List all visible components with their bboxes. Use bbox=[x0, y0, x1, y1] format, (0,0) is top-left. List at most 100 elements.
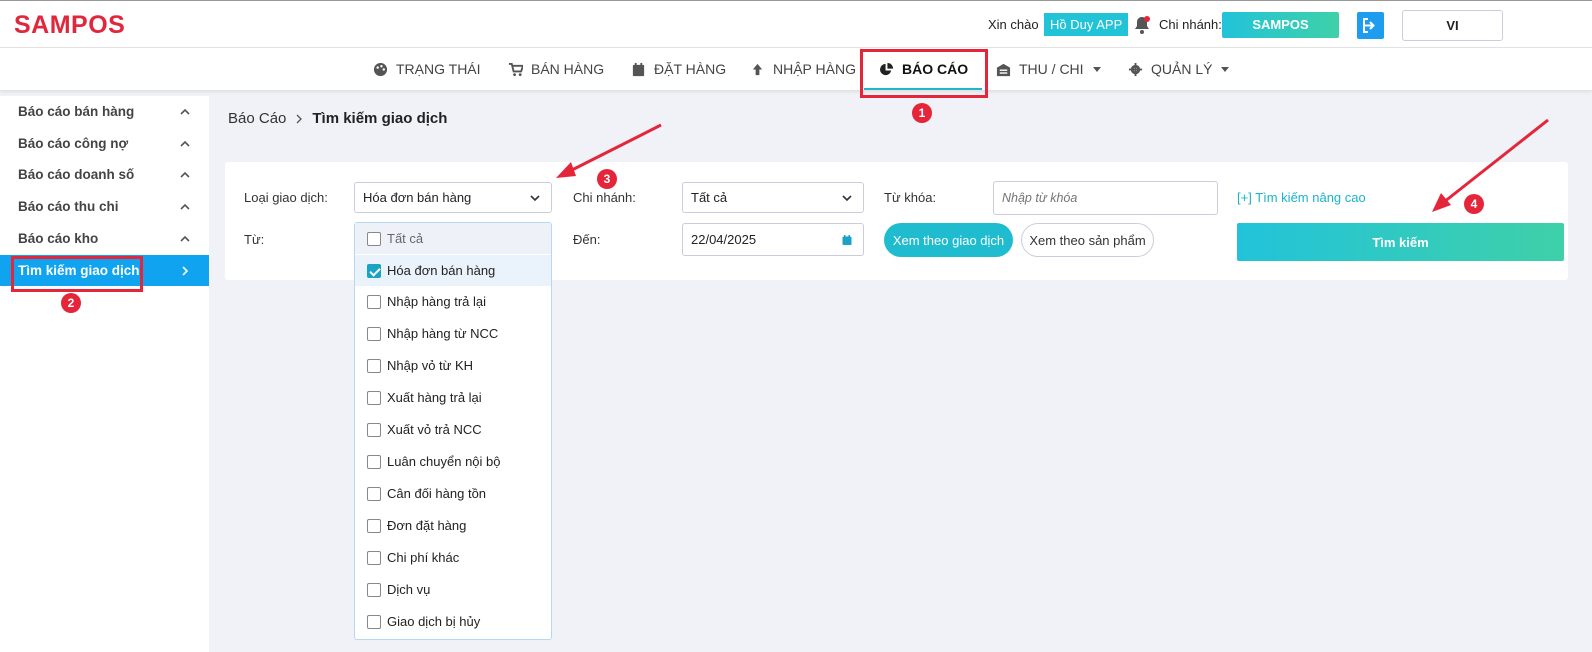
sidebar: Báo cáo bán hàng Báo cáo công nợ Báo cáo… bbox=[0, 96, 209, 652]
annotation-badge: 2 bbox=[61, 293, 81, 313]
checkbox[interactable] bbox=[367, 231, 381, 246]
nav-item-sales[interactable]: BÁN HÀNG bbox=[508, 48, 604, 90]
annotation-badge: 3 bbox=[597, 169, 617, 189]
nav-item-management[interactable]: QUẢN LÝ bbox=[1128, 48, 1230, 90]
sidebar-item-cashflow-report[interactable]: Báo cáo thu chi bbox=[0, 191, 209, 222]
to-date-field[interactable]: 22/04/2025 bbox=[682, 223, 864, 256]
checkbox[interactable] bbox=[367, 518, 381, 533]
sidebar-item-label: Báo cáo doanh số bbox=[18, 167, 135, 182]
nav-label: THU / CHI bbox=[1019, 61, 1084, 77]
breadcrumb-parent[interactable]: Báo Cáo bbox=[228, 110, 286, 127]
user-name-badge[interactable]: Hồ Duy APP bbox=[1044, 13, 1129, 36]
checkbox[interactable] bbox=[367, 326, 381, 341]
keyword-input[interactable] bbox=[993, 181, 1218, 215]
dropdown-option[interactable]: Cân đối hàng tồn bbox=[355, 478, 551, 509]
branch-field-label: Chi nhánh: bbox=[573, 190, 636, 205]
dropdown-option[interactable]: Nhập vỏ từ KH bbox=[355, 350, 551, 381]
sidebar-item-debt-report[interactable]: Báo cáo công nợ bbox=[0, 128, 209, 159]
annotation-box-reports bbox=[860, 49, 988, 98]
chevron-up-icon bbox=[180, 203, 190, 210]
nav-item-orders[interactable]: ĐẶT HÀNG bbox=[631, 48, 726, 90]
checkbox[interactable] bbox=[367, 486, 381, 501]
annotation-arrows bbox=[556, 118, 1549, 212]
annotation-badge: 4 bbox=[1464, 194, 1484, 214]
search-button[interactable]: Tìm kiếm bbox=[1237, 223, 1564, 261]
keyword-label: Từ khóa: bbox=[884, 190, 937, 205]
annotation-box-sidebar bbox=[11, 256, 143, 292]
checkbox[interactable] bbox=[367, 582, 381, 597]
cart-icon bbox=[508, 62, 523, 76]
breadcrumb-current: Tìm kiếm giao dịch bbox=[312, 110, 448, 127]
chevron-up-icon bbox=[180, 171, 190, 178]
checkbox[interactable] bbox=[367, 294, 381, 309]
nav-label: TRẠNG THÁI bbox=[396, 61, 481, 77]
dropdown-option[interactable]: Dịch vụ bbox=[355, 574, 551, 605]
dropdown-option[interactable]: Xuất vỏ trả NCC bbox=[355, 414, 551, 445]
greeting-text: Xin chào bbox=[988, 17, 1039, 32]
option-label: Đơn đặt hàng bbox=[387, 518, 467, 533]
branch-select-value: Tất cả bbox=[691, 190, 728, 205]
view-by-transaction-button[interactable]: Xem theo giao dịch bbox=[884, 223, 1013, 257]
checkbox[interactable] bbox=[367, 454, 381, 469]
language-button[interactable]: VI bbox=[1402, 10, 1503, 41]
advanced-search-link[interactable]: [+] Tìm kiếm nâng cao bbox=[1237, 190, 1366, 205]
dropdown-option[interactable]: Nhập hàng từ NCC bbox=[355, 318, 551, 349]
sidebar-item-label: Báo cáo công nợ bbox=[18, 136, 129, 151]
option-label: Tất cả bbox=[387, 231, 424, 246]
branch-select[interactable]: Tất cả bbox=[682, 182, 864, 213]
option-label: Hóa đơn bán hàng bbox=[387, 263, 496, 278]
caret-down-icon bbox=[1221, 67, 1230, 72]
bell-icon[interactable] bbox=[1133, 15, 1151, 35]
sidebar-item-sales-report[interactable]: Báo cáo bán hàng bbox=[0, 96, 209, 127]
nav-label: ĐẶT HÀNG bbox=[654, 61, 727, 77]
option-label: Nhập hàng từ NCC bbox=[387, 326, 499, 341]
checkbox[interactable] bbox=[367, 263, 381, 278]
checkbox[interactable] bbox=[367, 358, 381, 373]
logout-button[interactable] bbox=[1357, 12, 1384, 39]
dropdown-option[interactable]: Luân chuyển nội bộ bbox=[355, 446, 551, 477]
annotation-badge: 1 bbox=[912, 103, 932, 123]
from-label: Từ: bbox=[244, 232, 265, 247]
dropdown-option[interactable]: Chi phí khác bbox=[355, 542, 551, 573]
app-logo[interactable]: SAMPOS bbox=[14, 11, 125, 40]
breadcrumb: Báo Cáo Tìm kiếm giao dịch bbox=[228, 110, 447, 127]
chevron-up-icon bbox=[180, 108, 190, 115]
transaction-type-select[interactable]: Hóa đơn bán hàng bbox=[354, 182, 552, 213]
sidebar-item-label: Báo cáo bán hàng bbox=[18, 104, 135, 119]
dropdown-option[interactable]: Đơn đặt hàng bbox=[355, 510, 551, 541]
chevron-up-icon bbox=[180, 140, 190, 147]
dropdown-option[interactable]: Giao dịch bị hủy bbox=[355, 606, 551, 637]
option-label: Chi phí khác bbox=[387, 550, 460, 565]
calendar-icon bbox=[632, 62, 645, 76]
nav-label: BÁN HÀNG bbox=[531, 61, 605, 77]
arrow-up-icon bbox=[752, 63, 763, 75]
gear-icon bbox=[1128, 62, 1143, 76]
branch-button[interactable]: SAMPOS bbox=[1222, 12, 1339, 38]
nav-item-status[interactable]: TRẠNG THÁI bbox=[373, 48, 481, 90]
dropdown-option[interactable]: Nhập hàng trả lại bbox=[355, 286, 551, 317]
transaction-type-label: Loại giao dịch: bbox=[244, 190, 328, 205]
option-label: Xuất vỏ trả NCC bbox=[387, 422, 482, 437]
checkbox[interactable] bbox=[367, 422, 381, 437]
logout-icon bbox=[1363, 18, 1375, 33]
view-by-product-button[interactable]: Xem theo sản phẩm bbox=[1021, 223, 1154, 257]
to-date-value: 22/04/2025 bbox=[691, 232, 757, 247]
nav-item-import[interactable]: NHẬP HÀNG bbox=[750, 48, 856, 90]
sidebar-item-stock-report[interactable]: Báo cáo kho bbox=[0, 223, 209, 254]
option-label: Xuất hàng trả lại bbox=[387, 390, 482, 405]
warehouse-icon bbox=[996, 63, 1011, 76]
sidebar-item-label: Báo cáo thu chi bbox=[18, 199, 119, 214]
nav-item-cashflow[interactable]: THU / CHI bbox=[996, 48, 1102, 90]
chevron-right-icon bbox=[296, 114, 303, 123]
checkbox[interactable] bbox=[367, 614, 381, 629]
palette-icon bbox=[373, 62, 388, 76]
sidebar-item-label: Báo cáo kho bbox=[18, 231, 99, 246]
checkbox[interactable] bbox=[367, 390, 381, 405]
dropdown-option[interactable]: Xuất hàng trả lại bbox=[355, 382, 551, 413]
caret-down-icon bbox=[1092, 67, 1101, 72]
dropdown-option[interactable]: Hóa đơn bán hàng bbox=[355, 255, 551, 286]
sidebar-item-revenue-report[interactable]: Báo cáo doanh số bbox=[0, 159, 209, 190]
checkbox[interactable] bbox=[367, 550, 381, 565]
dropdown-option[interactable]: Tất cả bbox=[355, 223, 551, 254]
main-nav: TRẠNG THÁI BÁN HÀNG ĐẶT HÀNG NHẬP HÀNG B… bbox=[0, 48, 1592, 90]
